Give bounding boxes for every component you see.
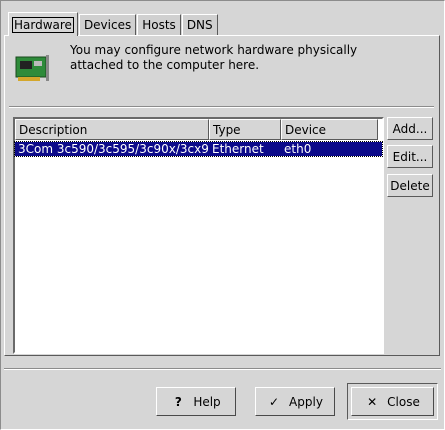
column-header-type[interactable]: Type <box>209 119 281 140</box>
tab-hosts-label: Hosts <box>142 18 176 32</box>
add-button-label: Add... <box>392 121 428 136</box>
footer-divider <box>4 368 441 370</box>
tab-dns[interactable]: DNS <box>181 14 218 35</box>
column-header-device[interactable]: Device <box>281 119 378 140</box>
hardware-panel: You may configure network hardware physi… <box>4 35 440 356</box>
help-button-label: Help <box>193 394 221 409</box>
cell-type: Ethernet <box>212 142 264 156</box>
tab-hosts[interactable]: Hosts <box>137 14 181 35</box>
help-button[interactable]: ? Help <box>156 387 236 416</box>
tab-devices[interactable]: Devices <box>78 14 137 35</box>
checkmark-icon: ✓ <box>269 394 280 409</box>
apply-button-label: Apply <box>289 394 323 409</box>
close-button[interactable]: ✕ Close <box>351 387 434 416</box>
tab-devices-label: Devices <box>83 18 132 32</box>
question-icon: ? <box>174 394 182 409</box>
cell-description: 3Com 3c590/3c595/3c90x/3cx98 <box>18 142 209 156</box>
apply-button[interactable]: ✓ Apply <box>255 387 335 416</box>
delete-button-label: Delete <box>390 178 430 193</box>
edit-button-label: Edit... <box>392 149 428 164</box>
tab-hardware-label: Hardware <box>12 16 74 33</box>
hardware-list[interactable]: Description Type Device 3Com 3c590/3c595… <box>13 117 384 354</box>
edit-button[interactable]: Edit... <box>387 145 433 168</box>
table-row[interactable]: 3Com 3c590/3c595/3c90x/3cx98 Ethernet et… <box>14 141 383 157</box>
close-button-label: Close <box>387 394 420 409</box>
list-header: Description Type Device <box>15 119 382 140</box>
tab-bar: Hardware Devices Hosts DNS <box>8 12 219 36</box>
divider <box>9 106 434 108</box>
add-button[interactable]: Add... <box>387 117 433 140</box>
x-icon: ✕ <box>367 394 378 409</box>
column-header-description[interactable]: Description <box>15 119 209 140</box>
delete-button[interactable]: Delete <box>387 174 433 197</box>
intro-text: You may configure network hardware physi… <box>70 43 358 72</box>
tab-dns-label: DNS <box>186 18 213 32</box>
network-card-icon <box>15 55 49 81</box>
tab-hardware[interactable]: Hardware <box>8 12 78 36</box>
cell-device: eth0 <box>284 142 312 156</box>
